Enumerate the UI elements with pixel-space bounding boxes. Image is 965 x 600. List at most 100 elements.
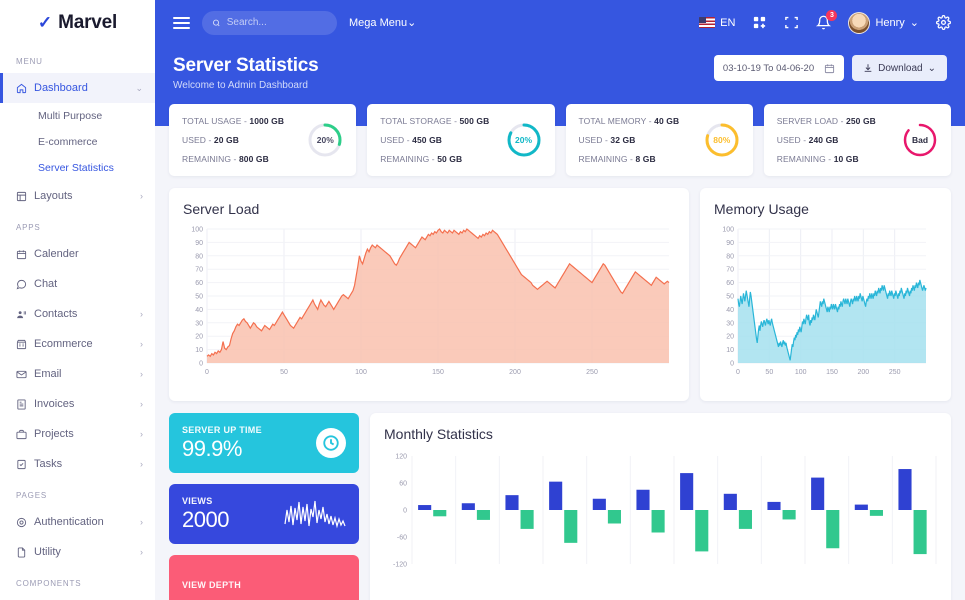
sidebar-section-apps: APPS (16, 223, 41, 232)
server-load-title: Server Load (183, 201, 260, 217)
svg-text:20: 20 (195, 334, 203, 341)
mail-icon (16, 369, 32, 380)
chevron-right-icon: › (140, 308, 143, 319)
sidebar-item-email[interactable]: Email › (0, 359, 155, 389)
sidebar-item-tasks[interactable]: Tasks › (0, 449, 155, 479)
svg-text:60: 60 (726, 280, 734, 287)
notifications-button[interactable]: 3 (816, 10, 838, 30)
apps-grid-button[interactable] (752, 15, 767, 30)
memory-usage-title: Memory Usage (714, 201, 809, 217)
sidebar-item-chat[interactable]: Chat (0, 269, 155, 299)
widget-column: SERVER UP TIME 99.9% VIEWS 2000 VIEW DEP… (169, 413, 359, 600)
chevron-down-icon: ⌄ (135, 82, 143, 93)
topbar-actions: EN 3 Henry ⌄ (699, 10, 951, 34)
grid-plus-icon (754, 16, 766, 29)
svg-text:80: 80 (195, 253, 203, 260)
chevron-right-icon: › (140, 190, 143, 201)
language-selector[interactable]: EN (699, 17, 735, 29)
user-name: Henry (875, 16, 905, 29)
sidebar-item-ecommerce[interactable]: Ecommerce › (0, 329, 155, 359)
sidebar-item-authentication[interactable]: Authentication › (0, 507, 155, 537)
chevron-down-icon: ⌄ (407, 17, 417, 29)
check-icon: ✓ (37, 13, 53, 32)
tasks-icon (16, 459, 32, 470)
sidebar-item-label: Layouts (34, 190, 73, 202)
dashboard-content: TOTAL USAGE - 1000 GB USED - 20 GB REMAI… (155, 91, 965, 600)
donut-value: 20% (316, 135, 334, 145)
charts-row: Server Load 0 50 100 150 200 250 0 10 20 30 40 50 60… (169, 188, 951, 401)
sidebar-section-components: COMPONENTS (16, 579, 82, 588)
stat-remaining-line: REMAINING - 800 GB (182, 154, 269, 164)
calendar-icon (825, 63, 835, 73)
topbar: Mega Menu⌄ EN 3 Henry ⌄ (155, 0, 965, 45)
notification-badge: 3 (826, 10, 838, 21)
stat-remaining-line: REMAINING - 8 GB (578, 154, 656, 164)
svg-text:50: 50 (765, 369, 773, 376)
sidebar: ✓ Marvel MENU Dashboard ⌄ Multi Purpose … (0, 0, 155, 600)
clock-icon (316, 428, 346, 458)
page-actions: 03-10-19 To 04-06-20 Download ⌄ (713, 55, 947, 81)
sidebar-item-layouts[interactable]: Layouts › (0, 181, 155, 211)
widget-label: VIEW DEPTH (182, 579, 242, 590)
menu-icon[interactable] (173, 16, 190, 29)
brand-logo[interactable]: ✓ Marvel (0, 0, 155, 45)
language-label: EN (720, 16, 736, 29)
download-button[interactable]: Download ⌄ (852, 55, 947, 81)
search-input[interactable] (226, 17, 327, 28)
svg-text:120: 120 (395, 454, 407, 461)
page-header: Server Statistics Welcome to Admin Dashb… (155, 45, 965, 91)
donut-value: Bad (911, 135, 929, 145)
sidebar-subitem-multi-purpose[interactable]: Multi Purpose (0, 103, 155, 129)
brand-name: Marvel (58, 11, 118, 33)
search-box[interactable] (202, 10, 337, 35)
svg-text:10: 10 (726, 347, 734, 354)
briefcase-icon (16, 429, 32, 440)
chevron-right-icon: › (140, 428, 143, 439)
layout-icon (16, 191, 32, 202)
sidebar-item-label: Contacts (34, 308, 78, 320)
svg-text:-120: -120 (393, 562, 407, 569)
sidebar-item-invoices[interactable]: Invoices › (0, 389, 155, 419)
svg-text:200: 200 (509, 369, 521, 376)
search-icon (212, 19, 220, 26)
usage-donut-chart: 20% (307, 122, 343, 158)
stat-total-line: TOTAL STORAGE - 500 GB (380, 116, 490, 126)
sidebar-item-label: Projects (34, 428, 74, 440)
donut-value: 20% (514, 135, 532, 145)
sidebar-item-label: Chat (34, 278, 58, 290)
mega-menu-button[interactable]: Mega Menu⌄ (349, 16, 416, 29)
sidebar-item-projects[interactable]: Projects › (0, 419, 155, 449)
sidebar-subitem-server-statistics[interactable]: Server Statistics (0, 155, 155, 181)
fullscreen-button[interactable] (784, 15, 799, 30)
sidebar-item-dashboard[interactable]: Dashboard ⌄ (0, 73, 155, 103)
svg-text:250: 250 (889, 369, 901, 376)
user-menu[interactable]: Henry ⌄ (848, 11, 919, 34)
chevron-right-icon: › (140, 546, 143, 557)
page-subtitle: Welcome to Admin Dashboard (173, 80, 308, 91)
sidebar-item-contacts[interactable]: Contacts › (0, 299, 155, 329)
svg-text:-60: -60 (397, 535, 407, 542)
sidebar-item-calender[interactable]: Calender (0, 239, 155, 269)
chevron-right-icon: › (140, 516, 143, 527)
widget-label: SERVER UP TIME (182, 424, 262, 435)
monthly-statistics-title: Monthly Statistics (384, 426, 493, 442)
memory-usage-chart: 0 50 100 150 200 250 0 10 20 30 40 50 60 70 80 90 100 (722, 227, 927, 376)
sidebar-subitem-ecommerce[interactable]: E-commerce (0, 129, 155, 155)
stat-card-total-storage: TOTAL STORAGE - 500 GB USED - 450 GB REM… (367, 104, 555, 176)
page-title: Server Statistics (173, 55, 319, 76)
svg-text:60: 60 (195, 280, 203, 287)
svg-text:0: 0 (736, 369, 740, 376)
svg-text:100: 100 (722, 227, 734, 234)
svg-text:40: 40 (195, 307, 203, 314)
settings-button[interactable] (936, 15, 951, 30)
sparkline-icon (284, 500, 346, 529)
widget-server-uptime: SERVER UP TIME 99.9% (169, 413, 359, 473)
svg-text:100: 100 (191, 227, 203, 234)
sidebar-item-ui-components[interactable]: UI Components › (0, 595, 155, 600)
stat-total-line: SERVER LOAD - 250 GB (776, 116, 876, 126)
stat-used-line: USED - 450 GB (380, 135, 443, 145)
date-range-picker[interactable]: 03-10-19 To 04-06-20 (713, 55, 845, 81)
svg-text:50: 50 (195, 294, 203, 301)
widget-views: VIEWS 2000 (169, 484, 359, 544)
sidebar-item-utility[interactable]: Utility › (0, 537, 155, 567)
